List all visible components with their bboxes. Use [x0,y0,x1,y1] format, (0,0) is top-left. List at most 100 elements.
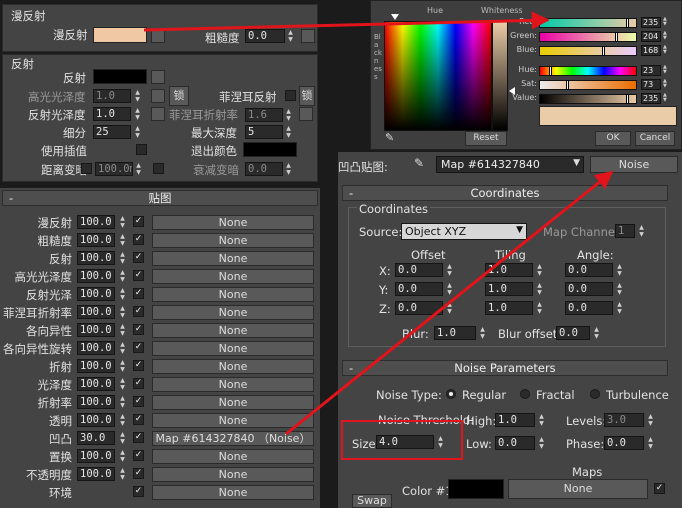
map-row-amount-spinner[interactable]: ▲ ▼ [118,449,127,463]
fresnel-ior-spinner[interactable]: ▲ ▼ [284,108,293,122]
subdivs-input[interactable]: 25 [93,125,131,139]
channel-value-input[interactable]: 235 [641,17,661,28]
refl-gloss-map-button[interactable] [151,107,165,121]
reset-button[interactable]: Reset [465,131,507,146]
color1-map-button[interactable]: None [508,479,648,499]
channel-slider[interactable] [539,94,637,104]
tiling-spinner[interactable]: ▲ ▼ [535,301,544,315]
map-row-enable-checkbox[interactable]: ✓ [133,306,144,317]
pick-map-icon[interactable]: ✎ [414,156,428,172]
map-row-amount-input[interactable]: 100.0 [77,233,115,247]
hl-gloss-map-button[interactable] [151,89,165,103]
blur-input[interactable]: 1.0 [434,326,476,340]
noise-rollout-header[interactable]: - Noise Parameters [342,360,668,376]
reflect-map-button[interactable] [151,70,165,84]
hl-gloss-input[interactable]: 1.0 [93,89,131,103]
offset-spinner[interactable]: ▲ ▼ [445,301,454,315]
tiling-spinner[interactable]: ▲ ▼ [535,282,544,296]
map-row-map-button[interactable]: Map #614327840 （Noise） [152,431,314,446]
size-spinner[interactable]: ▲ ▼ [436,435,445,449]
offset-spinner[interactable]: ▲ ▼ [445,282,454,296]
angle-input[interactable]: 0.0 [565,263,613,277]
map-row-amount-spinner[interactable]: ▲ ▼ [118,287,127,301]
map-row-amount-spinner[interactable]: ▲ ▼ [118,269,127,283]
low-input[interactable]: 0.0 [495,436,535,450]
subdivs-spinner[interactable]: ▲ ▼ [133,125,142,139]
maps-rollout-header[interactable]: - 贴图 [2,190,318,206]
map-row-amount-input[interactable]: 100.0 [77,269,115,283]
levels-input[interactable]: 3.0 [604,413,644,427]
roughness-map-button[interactable] [301,29,315,43]
channel-spinner[interactable]: ▲ ▼ [663,93,671,104]
swap-button[interactable]: Swap [352,494,392,508]
angle-spinner[interactable]: ▲ ▼ [615,282,624,296]
coordinates-rollout-header[interactable]: - Coordinates [342,185,668,201]
map-row-enable-checkbox[interactable]: ✓ [133,288,144,299]
map-row-map-button[interactable]: None [152,449,314,464]
tiling-input[interactable]: 1.0 [485,301,533,315]
map-row-map-button[interactable]: None [152,413,314,428]
fresnel-ior-input[interactable]: 1.6 [245,108,283,122]
offset-spinner[interactable]: ▲ ▼ [445,263,454,277]
map-row-amount-spinner[interactable]: ▲ ▼ [118,233,127,247]
eyedropper-icon[interactable]: ✎ [385,131,399,145]
map-row-amount-spinner[interactable]: ▲ ▼ [118,251,127,265]
map-row-amount-input[interactable]: 100.0 [77,467,115,481]
channel-slider[interactable] [539,66,637,76]
map-row-enable-checkbox[interactable]: ✓ [133,342,144,353]
fresnel-checkbox[interactable] [285,90,296,101]
map-row-map-button[interactable]: None [152,233,314,248]
tiling-spinner[interactable]: ▲ ▼ [535,263,544,277]
angle-spinner[interactable]: ▲ ▼ [615,301,624,315]
blur-offset-spinner[interactable]: ▲ ▼ [592,326,601,340]
channel-slider[interactable] [539,80,637,90]
offset-input[interactable]: 0.0 [395,301,443,315]
ok-button[interactable]: OK [595,131,631,146]
map-row-amount-input[interactable]: 100.0 [77,341,115,355]
map-row-amount-input[interactable]: 30.0 [77,431,115,445]
channel-value-input[interactable]: 204 [641,31,661,42]
map-row-map-button[interactable]: None [152,395,314,410]
dim-falloff-input[interactable]: 0.0 [245,162,283,176]
map-row-enable-checkbox[interactable]: ✓ [133,450,144,461]
map-row-enable-checkbox[interactable]: ✓ [133,234,144,245]
dim-dist-map-checkbox[interactable] [153,163,164,174]
diffuse-color-swatch[interactable] [93,27,147,43]
refl-gloss-input[interactable]: 1.0 [93,107,131,121]
map-row-enable-checkbox[interactable]: ✓ [133,324,144,335]
map-row-amount-spinner[interactable]: ▲ ▼ [118,431,127,445]
blur-spinner[interactable]: ▲ ▼ [478,326,487,340]
map-row-amount-spinner[interactable]: ▲ ▼ [118,377,127,391]
channel-spinner[interactable]: ▲ ▼ [663,45,671,56]
channel-slider[interactable] [539,18,637,28]
max-depth-spinner[interactable]: ▲ ▼ [284,125,293,139]
map-row-map-button[interactable]: None [152,269,314,284]
channel-value-input[interactable]: 73 [641,79,661,90]
map-row-amount-input[interactable]: 100.0 [77,251,115,265]
channel-slider[interactable] [539,32,637,42]
phase-input[interactable]: 0.0 [604,436,644,450]
map-row-amount-input[interactable]: 100.0 [77,413,115,427]
map-row-amount-spinner[interactable]: ▲ ▼ [118,467,127,481]
dim-dist-checkbox[interactable] [81,163,92,174]
map-row-map-button[interactable]: None [152,377,314,392]
map-row-map-button[interactable]: None [152,485,314,500]
lock-button[interactable]: 锁 [169,86,189,106]
map-row-enable-checkbox[interactable]: ✓ [133,360,144,371]
channel-spinner[interactable]: ▲ ▼ [663,17,671,28]
map-channel-input[interactable]: 1 [615,224,635,238]
lock2-button[interactable]: 锁 [299,86,315,106]
map-row-amount-input[interactable]: 100.0 [77,449,115,463]
map-row-amount-input[interactable]: 100.0 [77,305,115,319]
blur-offset-input[interactable]: 0.0 [556,326,590,340]
map-row-map-button[interactable]: None [152,467,314,482]
color1-map-checkbox[interactable]: ✓ [654,483,665,494]
map-row-amount-input[interactable]: 100.0 [77,395,115,409]
map-row-enable-checkbox[interactable]: ✓ [133,270,144,281]
map-row-amount-input[interactable]: 100.0 [77,215,115,229]
angle-input[interactable]: 0.0 [565,282,613,296]
map-type-button[interactable]: Noise [590,156,678,173]
map-row-amount-spinner[interactable]: ▲ ▼ [118,395,127,409]
map-row-amount-spinner[interactable]: ▲ ▼ [118,413,127,427]
map-row-map-button[interactable]: None [152,215,314,230]
